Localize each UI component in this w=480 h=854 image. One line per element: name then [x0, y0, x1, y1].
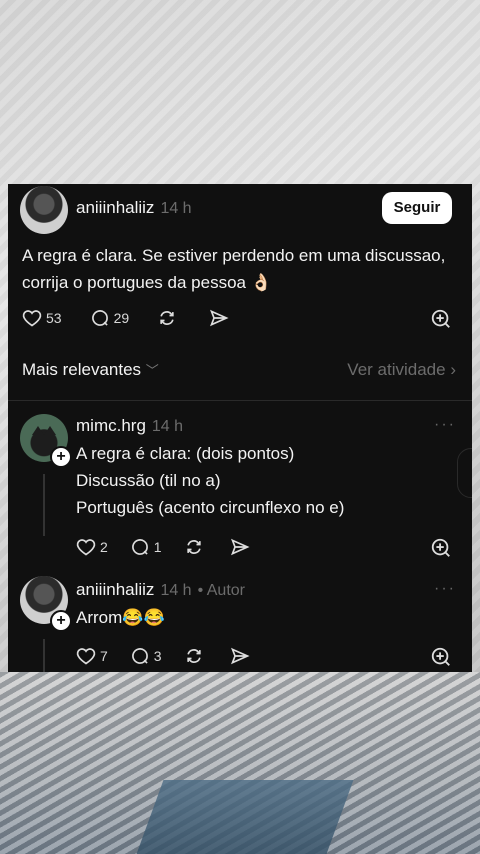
heart-icon: [76, 539, 96, 556]
share-button[interactable]: [230, 646, 254, 666]
thread-line: [43, 474, 45, 536]
comment-button[interactable]: 3: [130, 646, 162, 666]
post-actions: 53 29: [22, 308, 251, 328]
like-button[interactable]: 7: [76, 646, 108, 666]
share-icon: [210, 309, 229, 327]
comment-count: 29: [113, 310, 130, 326]
post-avatar[interactable]: [20, 186, 68, 234]
post-text: A regra é clara. Se estiver perdendo em …: [22, 246, 446, 292]
author-tag: • Autor: [197, 582, 245, 599]
reply-2-text: Arrom😂😂: [76, 608, 165, 627]
comment-icon: [131, 539, 148, 555]
more-icon[interactable]: ···: [434, 416, 456, 434]
comment-count: 3: [153, 648, 162, 664]
sort-dropdown[interactable]: Mais relevantes ﹀: [22, 360, 159, 379]
share-icon: [230, 647, 250, 665]
sort-row: Mais relevantes ﹀ Ver atividade ›: [22, 360, 462, 380]
chevron-down-icon: ﹀: [145, 363, 159, 378]
like-button[interactable]: 2: [76, 537, 108, 557]
activity-label: Ver atividade: [347, 360, 446, 379]
background-blue-patch: [136, 780, 354, 854]
reply-1-header: mimc.hrg 14 h: [76, 416, 183, 436]
reply-2-actions: 7 3: [76, 646, 272, 666]
reply-1-actions: 2 1: [76, 537, 272, 557]
reply-1-time: 14 h: [151, 418, 184, 435]
reply-1-line: Português (acento circunflexo no e): [76, 498, 345, 517]
comment-icon: [91, 310, 108, 326]
share-icon: [230, 538, 250, 556]
like-count: 7: [100, 648, 108, 664]
share-button[interactable]: [230, 537, 254, 557]
comment-icon: [131, 648, 148, 664]
chevron-right-icon: ›: [450, 360, 456, 379]
follow-plus-icon[interactable]: +: [50, 610, 72, 632]
sort-label: Mais relevantes: [22, 360, 142, 379]
more-icon[interactable]: ···: [434, 580, 456, 598]
follow-plus-icon[interactable]: +: [50, 446, 72, 468]
comment-button[interactable]: 1: [130, 537, 162, 557]
reply-1-username[interactable]: mimc.hrg: [76, 416, 146, 435]
share-button[interactable]: [209, 308, 233, 328]
activity-link[interactable]: Ver atividade ›: [347, 360, 456, 380]
repost-button[interactable]: [157, 308, 181, 328]
comment-button[interactable]: 29: [90, 308, 130, 328]
reply-2-header: aniiinhaliiz 14 h • Autor: [76, 580, 245, 600]
like-count: 53: [46, 310, 62, 326]
post-time: 14 h: [160, 200, 192, 217]
reply-1-line: Discussão (til no a): [76, 471, 221, 490]
reply-1-line: A regra é clara: (dois pontos): [76, 444, 295, 463]
repost-button[interactable]: [184, 537, 208, 557]
reply-1-text: A regra é clara: (dois pontos) Discussão…: [76, 440, 344, 521]
follow-button[interactable]: Seguir: [382, 192, 452, 224]
threads-screenshot-panel: aniiinhaliiz 14 h Seguir A regra é clara.…: [8, 184, 472, 672]
repost-icon: [186, 649, 201, 663]
reply-2-time: 14 h: [160, 582, 192, 599]
scroll-handle[interactable]: [457, 448, 472, 498]
like-button[interactable]: 53: [22, 308, 62, 328]
comment-count: 1: [153, 539, 162, 555]
reply-2-username[interactable]: aniiinhaliiz: [76, 580, 154, 599]
thread-line: [43, 639, 45, 672]
repost-icon: [160, 311, 174, 325]
like-count: 2: [100, 539, 108, 555]
divider: [8, 400, 472, 401]
repost-icon: [186, 540, 201, 554]
heart-icon: [76, 648, 96, 665]
save-icon[interactable]: [430, 646, 452, 668]
repost-button[interactable]: [184, 646, 208, 666]
post-header: aniiinhaliiz 14 h: [76, 198, 192, 218]
save-icon[interactable]: [430, 308, 452, 330]
post-username[interactable]: aniiinhaliiz: [76, 198, 154, 217]
save-icon[interactable]: [430, 537, 452, 559]
heart-icon: [22, 310, 42, 327]
